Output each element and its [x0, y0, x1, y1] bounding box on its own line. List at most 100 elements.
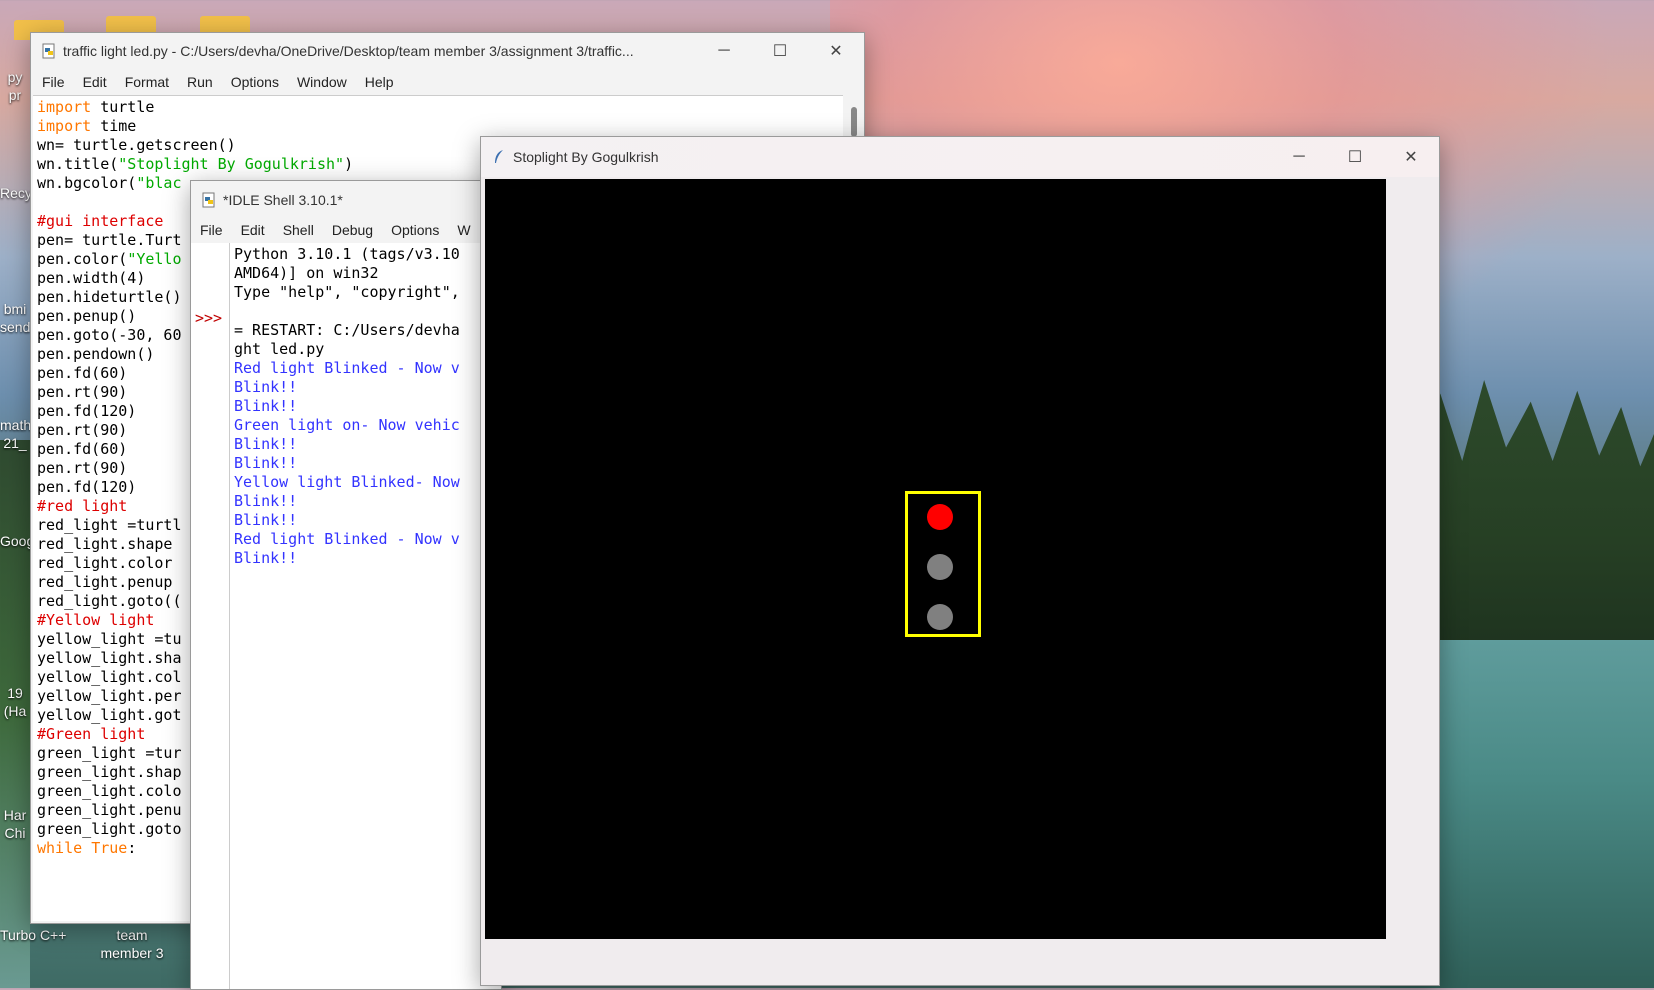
- code-token: while: [37, 839, 83, 857]
- shell-line: Red light Blinked - Now v: [234, 530, 460, 548]
- menu-edit[interactable]: Edit: [232, 219, 274, 241]
- close-button[interactable]: ✕: [1383, 147, 1439, 167]
- menu-edit[interactable]: Edit: [74, 71, 116, 93]
- code-token: :: [127, 839, 137, 857]
- shell-line: Blink!!: [234, 378, 298, 396]
- code-token: pen.fd(120): [37, 402, 137, 420]
- code-token: pen.fd(120): [37, 478, 137, 496]
- menu-format[interactable]: Format: [116, 71, 178, 93]
- code-token: pen.penup(): [37, 307, 137, 325]
- shell-window: *IDLE Shell 3.10.1* File Edit Shell Debu…: [190, 180, 502, 990]
- menu-window[interactable]: W: [448, 219, 479, 241]
- code-token: pen.rt(90): [37, 421, 128, 439]
- code-token: time: [91, 117, 137, 135]
- code-token: red_light.color: [37, 554, 173, 572]
- menu-run[interactable]: Run: [178, 71, 222, 93]
- code-token: yellow_light.sha: [37, 649, 182, 667]
- code-line: import turtle: [37, 98, 839, 117]
- shell-prompt: >>>: [195, 309, 223, 327]
- code-token: ): [344, 155, 354, 173]
- python-file-icon: [42, 43, 55, 59]
- menu-debug[interactable]: Debug: [323, 219, 382, 241]
- shell-line: Blink!!: [234, 549, 298, 567]
- turtle-window: Stoplight By Gogulkrish ─ ☐ ✕: [480, 136, 1440, 986]
- minimize-button[interactable]: ─: [1271, 148, 1327, 166]
- shell-line: Blink!!: [234, 435, 298, 453]
- shell-menubar: File Edit Shell Debug Options W: [191, 219, 501, 241]
- code-token: turtle: [91, 98, 155, 116]
- code-token: green_light =tur: [37, 744, 182, 762]
- menu-file[interactable]: File: [191, 219, 232, 241]
- desktop-icon-label[interactable]: Turbo C++: [0, 926, 80, 944]
- menu-window[interactable]: Window: [288, 71, 356, 93]
- code-token: import: [37, 117, 92, 135]
- editor-titlebar[interactable]: traffic light led.py - C:/Users/devha/On…: [31, 33, 864, 69]
- code-token: import: [37, 98, 92, 116]
- desktop-icon-label[interactable]: bmi send: [0, 300, 30, 336]
- shell-line: Yellow light Blinked- Now: [234, 473, 460, 491]
- code-token: green_light.shap: [37, 763, 182, 781]
- code-token: pen= turtle.Turt: [37, 231, 182, 249]
- code-token: pen.rt(90): [37, 459, 128, 477]
- shell-output-area[interactable]: Python 3.10.1 (tags/v3.10 AMD64)] on win3…: [230, 243, 501, 989]
- code-token: #Yellow light: [37, 611, 155, 629]
- shell-line: Python 3.10.1 (tags/v3.10: [234, 245, 460, 263]
- code-token: "Yello: [127, 250, 182, 268]
- code-token: wn.title(: [37, 155, 119, 173]
- editor-menubar: File Edit Format Run Options Window Help: [33, 71, 864, 93]
- shell-line: Blink!!: [234, 511, 298, 529]
- menu-file[interactable]: File: [33, 71, 74, 93]
- shell-line: Blink!!: [234, 492, 298, 510]
- code-token: "blac: [136, 174, 182, 192]
- desktop-icon-label[interactable]: 19 (Ha: [0, 684, 30, 720]
- shell-line: Type "help", "copyright",: [234, 283, 460, 301]
- code-token: green_light.colo: [37, 782, 182, 800]
- shell-line: Red light Blinked - Now v: [234, 359, 460, 377]
- menu-shell[interactable]: Shell: [274, 219, 323, 241]
- desktop-icon-label[interactable]: math 21_: [0, 416, 31, 452]
- code-token: pen.pendown(): [37, 345, 155, 363]
- shell-line: Blink!!: [234, 397, 298, 415]
- code-token: #red light: [37, 497, 128, 515]
- code-token: wn= turtle.getscreen(): [37, 136, 236, 154]
- code-token: yellow_light.got: [37, 706, 182, 724]
- minimize-button[interactable]: ─: [696, 42, 752, 60]
- close-button[interactable]: ✕: [808, 41, 864, 61]
- editor-scrollbar[interactable]: [851, 107, 857, 137]
- desktop-icon-label[interactable]: py pr: [0, 68, 30, 104]
- desktop-icon-label[interactable]: Goog: [0, 532, 34, 550]
- code-token: pen.hideturtle(): [37, 288, 182, 306]
- turtle-canvas[interactable]: [485, 179, 1386, 939]
- code-token: pen.width(4): [37, 269, 146, 287]
- desktop-icon-label[interactable]: Har Chi: [0, 806, 30, 842]
- code-token: red_light.goto((: [37, 592, 182, 610]
- feather-icon: [495, 150, 503, 163]
- menu-options[interactable]: Options: [222, 71, 288, 93]
- menu-options[interactable]: Options: [382, 219, 448, 241]
- shell-prompt-gutter: >>>: [191, 243, 230, 989]
- desktop-icon-label[interactable]: team member 3: [92, 926, 172, 962]
- code-token: red_light.penup: [37, 573, 173, 591]
- desktop-icon-label[interactable]: Recy: [0, 184, 32, 202]
- turtle-titlebar[interactable]: Stoplight By Gogulkrish ─ ☐ ✕: [481, 137, 1439, 177]
- code-token: pen.color(: [37, 250, 128, 268]
- code-token: green_light.goto: [37, 820, 182, 838]
- shell-line: Green light on- Now vehic: [234, 416, 460, 434]
- editor-title: traffic light led.py - C:/Users/devha/On…: [63, 43, 634, 59]
- turtle-title: Stoplight By Gogulkrish: [513, 149, 659, 165]
- menu-help[interactable]: Help: [356, 71, 403, 93]
- shell-titlebar[interactable]: *IDLE Shell 3.10.1*: [191, 181, 501, 219]
- python-shell-icon: [202, 192, 215, 208]
- code-token: yellow_light =tu: [37, 630, 182, 648]
- code-token: pen.fd(60): [37, 364, 128, 382]
- code-token: True: [91, 839, 128, 857]
- shell-line: Blink!!: [234, 454, 298, 472]
- shell-line: = RESTART: C:/Users/devha: [234, 321, 460, 339]
- shell-line: AMD64)] on win32: [234, 264, 379, 282]
- maximize-button[interactable]: ☐: [1327, 147, 1383, 167]
- shell-line: ght led.py: [234, 340, 325, 358]
- code-token: green_light.penu: [37, 801, 182, 819]
- code-token: yellow_light.col: [37, 668, 182, 686]
- maximize-button[interactable]: ☐: [752, 41, 808, 61]
